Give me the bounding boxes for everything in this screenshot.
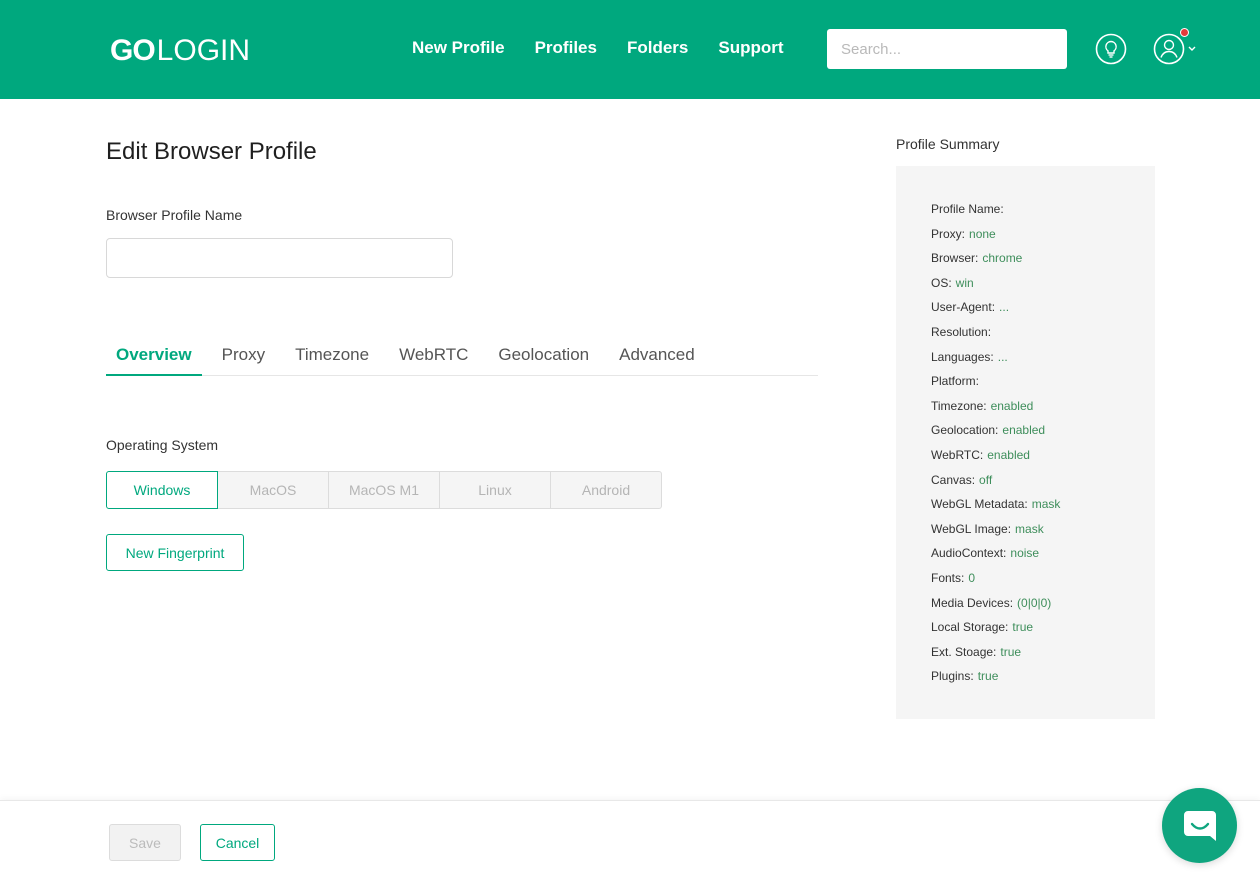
nav-support[interactable]: Support xyxy=(718,38,783,58)
summary-key: Browser: xyxy=(931,251,979,266)
summary-row: Languages:... xyxy=(931,349,1155,374)
profile-summary-panel: Profile Name: Proxy: none Browser: chrome … xyxy=(896,166,1155,719)
summary-row: Profile Name: xyxy=(931,201,1155,226)
summary-key: WebGL Metadata: xyxy=(931,497,1028,512)
summary-row: Browser: chrome xyxy=(931,250,1155,275)
summary-row: OS: win xyxy=(931,275,1155,300)
summary-value: true xyxy=(977,669,999,684)
nav-new-profile[interactable]: New Profile xyxy=(412,38,505,58)
summary-value: ... xyxy=(999,300,1010,315)
summary-value: mask xyxy=(1015,521,1044,536)
summary-value: enabled xyxy=(987,447,1030,462)
os-android-button[interactable]: Android xyxy=(550,471,662,509)
summary-key: Fonts: xyxy=(931,570,965,585)
summary-row: Ext. Stoage: true xyxy=(931,644,1155,669)
notification-dot xyxy=(1180,28,1189,37)
summary-key: WebGL Image: xyxy=(931,521,1012,536)
tab-overview[interactable]: Overview xyxy=(106,340,202,376)
summary-row: WebRTC: enabled xyxy=(931,447,1155,472)
summary-value: noise xyxy=(1010,546,1040,561)
summary-value: ... xyxy=(997,349,1008,364)
tab-timezone[interactable]: Timezone xyxy=(285,340,379,376)
summary-row: Platform: xyxy=(931,373,1155,398)
tab-advanced[interactable]: Advanced xyxy=(609,340,705,376)
summary-row: WebGL Image: mask xyxy=(931,521,1155,546)
os-windows-button[interactable]: Windows xyxy=(106,471,218,509)
tab-webrtc[interactable]: WebRTC xyxy=(389,340,478,376)
summary-row: User-Agent:... xyxy=(931,299,1155,324)
summary-key: Platform: xyxy=(931,374,980,389)
summary-row: Local Storage: true xyxy=(931,619,1155,644)
summary-value: mask xyxy=(1031,497,1061,512)
profile-summary-title: Profile Summary xyxy=(896,136,1000,152)
summary-key: Canvas: xyxy=(931,472,976,487)
nav-profiles[interactable]: Profiles xyxy=(535,38,597,58)
summary-key: OS: xyxy=(931,275,952,290)
summary-row: Media Devices: (0|0|0) xyxy=(931,595,1155,620)
new-fingerprint-button[interactable]: New Fingerprint xyxy=(106,534,244,571)
summary-value: true xyxy=(1012,620,1034,635)
summary-row: Canvas: off xyxy=(931,472,1155,497)
os-macos-button[interactable]: MacOS xyxy=(217,471,329,509)
summary-key: Timezone: xyxy=(931,398,987,413)
summary-key: AudioContext: xyxy=(931,546,1007,561)
tab-proxy[interactable]: Proxy xyxy=(212,340,275,376)
summary-key: Geolocation: xyxy=(931,423,999,438)
gologin-logo[interactable]: GO LOGIN xyxy=(110,33,250,69)
summary-key: Media Devices: xyxy=(931,595,1014,610)
summary-value: win xyxy=(955,275,974,290)
summary-value: enabled xyxy=(1002,423,1046,438)
summary-row: Fonts: 0 xyxy=(931,570,1155,595)
main-nav: New Profile Profiles Folders Support xyxy=(412,38,784,58)
os-selector: Windows MacOS MacOS M1 Linux Android xyxy=(106,471,662,509)
page-title: Edit Browser Profile xyxy=(106,138,317,165)
profile-name-label: Browser Profile Name xyxy=(106,207,243,223)
summary-key: Resolution: xyxy=(931,324,992,339)
summary-row: Timezone: enabled xyxy=(931,398,1155,423)
tab-geolocation[interactable]: Geolocation xyxy=(488,340,599,376)
summary-value: (0|0|0) xyxy=(1017,595,1052,610)
summary-key: Languages: xyxy=(931,349,994,364)
logo-go: GO xyxy=(110,34,156,67)
summary-key: Profile Name: xyxy=(931,202,1004,216)
summary-row: Geolocation: enabled xyxy=(931,422,1155,447)
summary-value: off xyxy=(979,472,993,487)
summary-row: AudioContext: noise xyxy=(931,545,1155,570)
summary-key: WebRTC: xyxy=(931,447,984,462)
summary-value: true xyxy=(1000,644,1022,659)
footer-bar xyxy=(0,800,1260,885)
nav-folders[interactable]: Folders xyxy=(627,38,688,58)
search-input[interactable] xyxy=(827,29,1067,69)
chat-button[interactable] xyxy=(1162,788,1237,863)
summary-key: Plugins: xyxy=(931,669,974,684)
summary-key: User-Agent: xyxy=(931,300,996,315)
os-linux-button[interactable]: Linux xyxy=(439,471,551,509)
user-icon[interactable] xyxy=(1153,32,1203,66)
summary-key: Ext. Stoage: xyxy=(931,644,997,659)
summary-row: Plugins: true xyxy=(931,668,1155,693)
os-macos-m1-button[interactable]: MacOS M1 xyxy=(328,471,440,509)
save-button[interactable]: Save xyxy=(109,824,181,861)
profile-name-input[interactable] xyxy=(106,238,453,278)
os-label: Operating System xyxy=(106,437,219,453)
chevron-down-icon xyxy=(1188,46,1196,51)
summary-value: none xyxy=(969,226,996,241)
summary-value: enabled xyxy=(990,398,1034,413)
profile-tabs: Overview Proxy Timezone WebRTC Geolocati… xyxy=(106,340,818,376)
chat-icon xyxy=(1183,810,1216,841)
lightbulb-icon[interactable] xyxy=(1095,33,1127,65)
summary-row: WebGL Metadata: mask xyxy=(931,496,1155,521)
summary-row: Proxy: none xyxy=(931,226,1155,251)
summary-value: chrome xyxy=(982,251,1023,266)
summary-value: 0 xyxy=(968,570,976,585)
summary-row: Resolution: xyxy=(931,324,1155,349)
summary-key: Local Storage: xyxy=(931,620,1009,635)
summary-key: Proxy: xyxy=(931,226,966,241)
cancel-button[interactable]: Cancel xyxy=(200,824,275,861)
logo-login: LOGIN xyxy=(156,34,251,67)
top-header: GO LOGIN New Profile Profiles Folders Sup… xyxy=(0,0,1260,99)
